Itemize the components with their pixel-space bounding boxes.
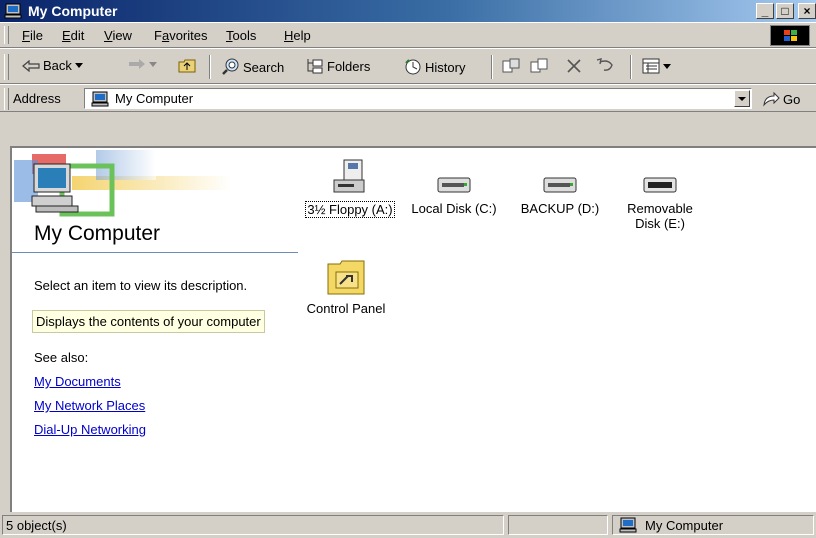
menu-grip[interactable] [4,26,9,44]
back-button[interactable]: Back [22,58,83,73]
back-arrow-icon [22,59,40,72]
copy-to-icon [530,58,548,73]
menu-file[interactable]: File [22,28,43,43]
forward-arrow-icon [129,59,145,69]
close-button[interactable]: × [798,3,816,19]
title-bar: My Computer _ □ × [0,0,816,22]
menu-bar: File Edit View Favorites Tools Help [0,22,816,48]
up-folder-icon [178,59,196,73]
move-to-button[interactable] [502,58,520,74]
windows-flag-icon [784,30,797,41]
search-icon [222,58,239,75]
hard-disk-icon [543,177,577,193]
maximize-button[interactable]: □ [776,3,794,19]
item-label: Control Panel [306,301,386,316]
address-dropdown-button[interactable] [734,90,750,107]
go-arrow-icon [763,91,780,107]
undo-button[interactable] [596,58,614,72]
item-backup-disk[interactable]: BACKUP (D:) [512,158,608,216]
dropdown-arrow-icon [74,63,83,68]
undo-icon [596,58,613,71]
search-button[interactable]: Search [222,58,284,76]
status-panel-blank [508,515,608,535]
menu-edit[interactable]: Edit [62,28,84,43]
menu-help[interactable]: Help [284,28,311,43]
title-divider [12,252,298,253]
removable-disk-icon [643,177,677,193]
item-local-disk[interactable]: Local Disk (C:) [404,158,504,216]
menu-view[interactable]: View [104,28,132,43]
windows-logo [770,25,810,46]
control-panel-icon [327,260,365,295]
delete-icon [567,59,581,73]
go-button[interactable]: Go [762,91,800,107]
my-computer-icon [4,3,22,19]
delete-button[interactable] [566,58,582,74]
zone-label: My Computer [645,518,724,533]
see-also-label: See also: [34,350,89,365]
dropdown-arrow-icon [149,61,157,67]
address-grip[interactable] [4,88,9,110]
link-my-network-places[interactable]: My Network Places [34,398,145,413]
views-button[interactable] [642,58,671,74]
address-value: My Computer [115,91,194,106]
history-icon [405,59,421,75]
history-button[interactable]: History [404,58,465,76]
folders-icon [307,59,323,74]
link-my-documents[interactable]: My Documents [34,374,121,389]
dropdown-arrow-icon [663,63,671,69]
address-label: Address [13,91,61,106]
item-label: Local Disk (C:) [411,201,497,216]
status-panel-count: 5 object(s) [2,515,504,535]
hard-disk-icon [437,177,471,193]
link-dial-up-networking[interactable]: Dial-Up Networking [34,422,146,437]
selection-info: Displays the contents of your computer [32,310,265,333]
floppy-drive-icon [333,159,365,193]
status-bar: 5 object(s) My Computer [0,512,816,538]
forward-button[interactable] [128,58,157,70]
window-title: My Computer [28,3,118,19]
status-panel-zone: My Computer [612,515,814,535]
standard-toolbar: Back Search Folders History [0,48,816,84]
item-control-panel[interactable]: Control Panel [298,258,394,316]
up-folder-button[interactable] [178,58,196,74]
item-label: 3½ Floppy (A:) [305,201,395,218]
views-icon [642,58,660,74]
menu-favorites[interactable]: Favorites [154,28,207,43]
folder-view: My Computer Select an item to view its d… [10,146,816,512]
address-bar: Address My Computer Go [0,84,816,112]
my-computer-icon [619,517,637,533]
my-computer-icon [91,91,109,107]
minimize-button[interactable]: _ [756,3,774,19]
address-input[interactable]: My Computer [84,88,752,109]
folders-button[interactable]: Folders [306,58,370,74]
toolbar-separator [209,55,211,79]
item-removable-disk[interactable]: Removable Disk (E:) [612,158,708,231]
object-count: 5 object(s) [6,518,67,533]
move-to-icon [502,58,520,73]
description-text: Select an item to view its description. [34,278,248,293]
toolbar-separator [491,55,493,79]
toolbar-grip[interactable] [4,54,9,80]
chevron-down-icon [738,97,746,101]
toolbar-separator [630,55,632,79]
item-floppy-drive[interactable]: 3½ Floppy (A:) [298,158,402,218]
item-label: BACKUP (D:) [520,201,600,216]
menu-tools[interactable]: Tools [226,28,256,43]
item-label: Removable Disk (E:) [627,201,693,231]
page-title: My Computer [34,222,161,245]
copy-to-button[interactable] [530,58,548,74]
